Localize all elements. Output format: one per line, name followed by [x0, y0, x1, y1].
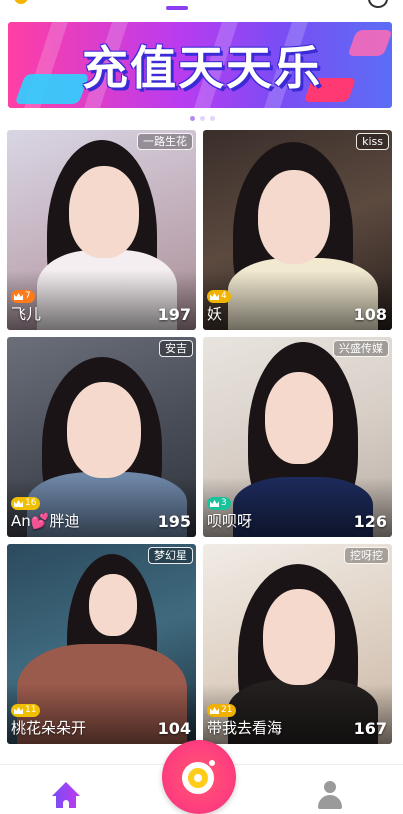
level-value: 4 — [221, 291, 227, 301]
level-value: 11 — [25, 705, 37, 715]
guild-tag: 安吉 — [159, 340, 193, 357]
crown-icon — [210, 500, 219, 507]
streamer-name: 带我去看海 — [207, 719, 283, 737]
streamer-name: An💕胖迪 — [11, 512, 80, 530]
crown-icon — [14, 707, 23, 714]
crown-icon — [14, 293, 23, 300]
guild-tag: 挖呀挖 — [344, 547, 389, 564]
streamer-name: 呗呗呀 — [207, 512, 253, 530]
level-badge: 4 — [207, 290, 231, 303]
level-value: 3 — [221, 498, 227, 508]
streamer-card[interactable]: kiss 4 妖 108 — [203, 130, 392, 330]
crown-icon — [210, 707, 219, 714]
viewer-count: 195 — [157, 512, 191, 531]
streamer-name: 飞儿 — [11, 305, 42, 323]
streamer-card[interactable]: 一路生花 7 飞儿 197 — [7, 130, 196, 330]
viewer-count: 126 — [353, 512, 387, 531]
active-tab-indicator — [166, 6, 188, 10]
notification-icon[interactable] — [14, 0, 28, 4]
level-value: 21 — [221, 705, 233, 715]
crown-icon — [14, 500, 23, 507]
viewer-count: 167 — [353, 719, 387, 738]
level-badge: 3 — [207, 497, 231, 510]
guild-tag: 一路生花 — [137, 133, 193, 150]
camera-button[interactable] — [162, 740, 236, 814]
streamer-card[interactable]: 兴盛传媒 3 呗呗呀 126 — [203, 337, 392, 537]
level-badge: 7 — [11, 290, 35, 303]
top-bar — [0, 0, 403, 20]
crown-icon — [210, 293, 219, 300]
viewer-count: 197 — [157, 305, 191, 324]
level-value: 7 — [25, 291, 31, 301]
viewer-count: 108 — [353, 305, 387, 324]
banner-decoration — [347, 30, 392, 56]
streamer-name: 桃花朵朵开 — [11, 719, 87, 737]
streamer-card[interactable]: 梦幻星 11 桃花朵朵开 104 — [7, 544, 196, 744]
home-icon[interactable] — [52, 782, 80, 808]
viewer-count: 104 — [157, 719, 191, 738]
profile-icon[interactable] — [316, 781, 344, 809]
level-value: 16 — [25, 498, 37, 508]
streamer-card[interactable]: 安吉 16 An💕胖迪 195 — [7, 337, 196, 537]
banner-decoration — [14, 74, 90, 104]
guild-tag: 梦幻星 — [148, 547, 193, 564]
level-badge: 11 — [11, 704, 41, 717]
streamer-card[interactable]: 挖呀挖 21 带我去看海 167 — [203, 544, 392, 744]
promo-banner[interactable]: 充值天天乐 — [8, 22, 392, 108]
search-icon[interactable] — [368, 0, 388, 8]
guild-tag: 兴盛传媒 — [333, 340, 389, 357]
banner-pagination — [190, 116, 215, 122]
streamer-name: 妖 — [207, 305, 223, 323]
level-badge: 16 — [11, 497, 41, 510]
guild-tag: kiss — [356, 133, 389, 150]
banner-title: 充值天天乐 — [82, 41, 322, 95]
level-badge: 21 — [207, 704, 237, 717]
